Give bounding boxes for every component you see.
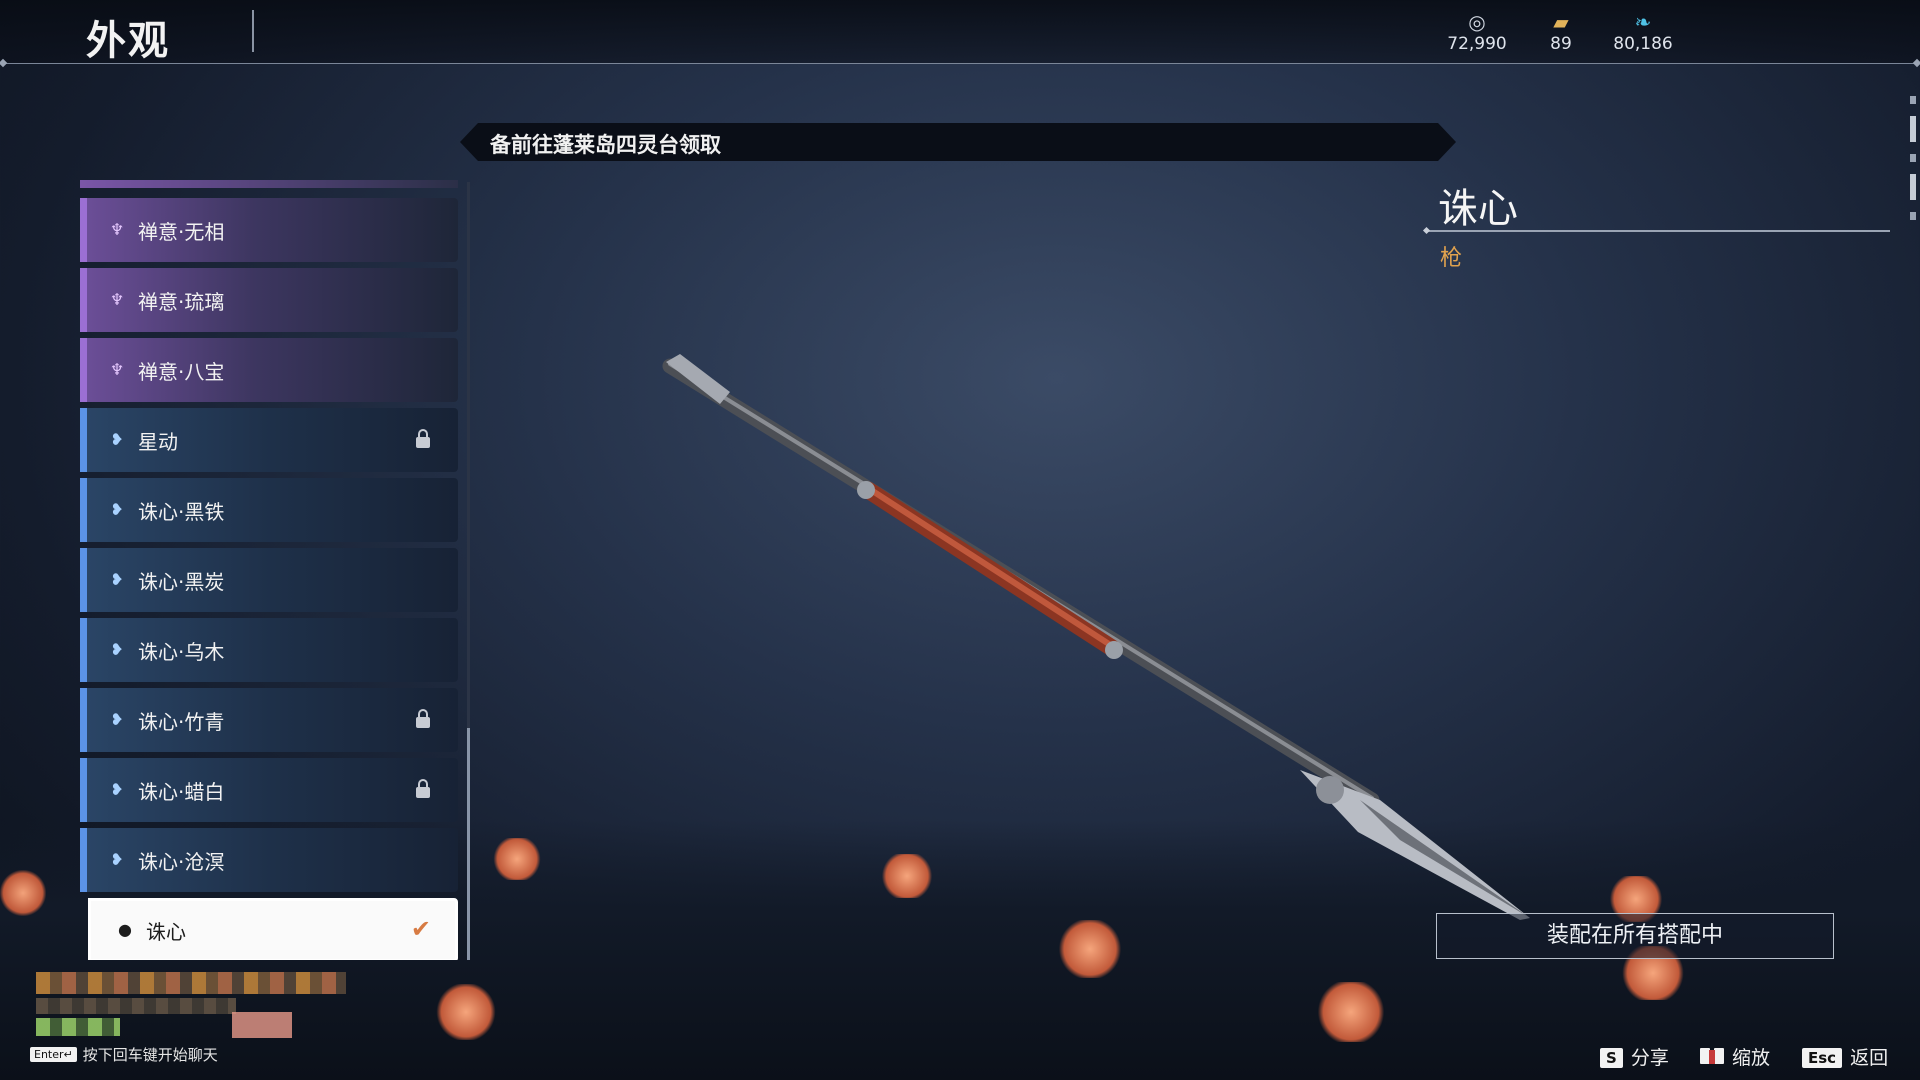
lock-icon [416,709,430,728]
skin-item[interactable]: ❥ 星动 [80,408,458,472]
wing-icon: ❥ [110,780,124,799]
censored-chat-message [36,972,346,994]
lock-icon [416,779,430,798]
partial-list-item [80,180,458,188]
currency-coin-value: 72,990 [1447,34,1507,54]
hotkey-back[interactable]: Esc 返回 [1802,1043,1888,1070]
wing-icon: ❥ [110,640,124,659]
censored-chat-message [232,1012,292,1038]
skin-item-selected[interactable]: ● 诛心 ✔ [88,898,458,960]
wing-icon: ❥ [110,710,124,729]
skin-item[interactable]: ♆ 禅意·八宝 [80,338,458,402]
page-title: 外观 [86,18,170,64]
top-divider [6,63,1914,64]
skin-item[interactable]: ❥ 诛心·黑铁 [80,478,458,542]
enter-key-icon: Enter↵ [30,1047,77,1062]
skin-item-label: 星动 [138,430,178,454]
chat-hint-text: 按下回车键开始聊天 [82,1046,218,1064]
hotkey-share[interactable]: S 分享 [1600,1043,1669,1070]
wing-icon: ❥ [110,850,124,869]
currency-coin: ◎ 72,990 [1432,10,1522,54]
lotus-icon: ♆ [109,220,125,239]
ticket-icon: ▰ [1553,10,1569,34]
skin-item-label: 诛心·竹青 [138,710,225,734]
right-scroll-indicator [1910,96,1918,232]
s-key-icon: S [1600,1048,1623,1068]
list-scrollbar-thumb[interactable] [467,728,470,960]
skin-item[interactable]: ❥ 诛心·沧溟 [80,828,458,892]
currency-ticket: ▰ 89 [1516,10,1606,54]
skin-item-label: 诛心·蜡白 [138,780,225,804]
book-icon [1700,1048,1724,1066]
chat-hint[interactable]: Enter↵ 按下回车键开始聊天 [30,1044,218,1065]
acquire-hint-banner: 备前往蓬莱岛四灵台领取 [460,123,1456,161]
hotkey-share-label: 分享 [1630,1047,1669,1069]
skin-item-label: 诛心·沧溟 [138,850,225,874]
lotus-icon: ♆ [109,360,125,379]
skin-item[interactable]: ♆ 禅意·琉璃 [80,268,458,332]
title-separator [252,10,254,52]
check-icon: ✔ [410,915,431,943]
esc-key-icon: Esc [1802,1048,1843,1068]
drop-icon: ● [118,920,132,939]
skin-item-label: 诛心·乌木 [138,640,225,664]
item-type: 枪 [1440,246,1463,271]
skin-item-label: 诛心·黑铁 [138,500,225,524]
coin-icon: ◎ [1468,10,1486,34]
currency-feather: ❧ 80,186 [1598,10,1688,54]
feather-icon: ❧ [1634,10,1652,34]
wing-icon: ❥ [110,500,124,519]
lock-icon [416,429,430,448]
wing-icon: ❥ [110,430,124,449]
banner-text: 备前往蓬莱岛四灵台领取 [490,133,721,157]
skin-item-label: 诛心 [146,920,186,944]
item-name: 诛心 [1438,186,1518,232]
censored-chat-message [36,998,236,1014]
skin-item-label: 诛心·黑炭 [138,570,225,594]
hotkey-zoom-label: 缩放 [1732,1047,1771,1069]
hotkey-zoom[interactable]: 缩放 [1700,1043,1770,1070]
skin-item-label: 禅意·八宝 [138,360,225,384]
currency-ticket-value: 89 [1550,34,1572,54]
skin-item[interactable]: ❥ 诛心·蜡白 [80,758,458,822]
skin-list[interactable]: ♆ 禅意·无相 ♆ 禅意·琉璃 ♆ 禅意·八宝 ❥ 星动 ❥ 诛心·黑铁 ❥ 诛… [80,180,460,960]
equip-all-button[interactable]: 装配在所有搭配中 [1436,913,1834,959]
currency-feather-value: 80,186 [1613,34,1673,54]
skin-item[interactable]: ❥ 诛心·黑炭 [80,548,458,612]
censored-chat-message [36,1018,120,1036]
skin-item[interactable]: ❥ 诛心·竹青 [80,688,458,752]
skin-item[interactable]: ❥ 诛心·乌木 [80,618,458,682]
detail-divider [1426,230,1890,232]
hotkey-back-label: 返回 [1850,1047,1889,1069]
skin-item-label: 禅意·琉璃 [138,290,225,314]
skin-item[interactable]: ♆ 禅意·无相 [80,198,458,262]
lotus-icon: ♆ [109,290,125,309]
wing-icon: ❥ [110,570,124,589]
skin-item-label: 禅意·无相 [138,220,225,244]
